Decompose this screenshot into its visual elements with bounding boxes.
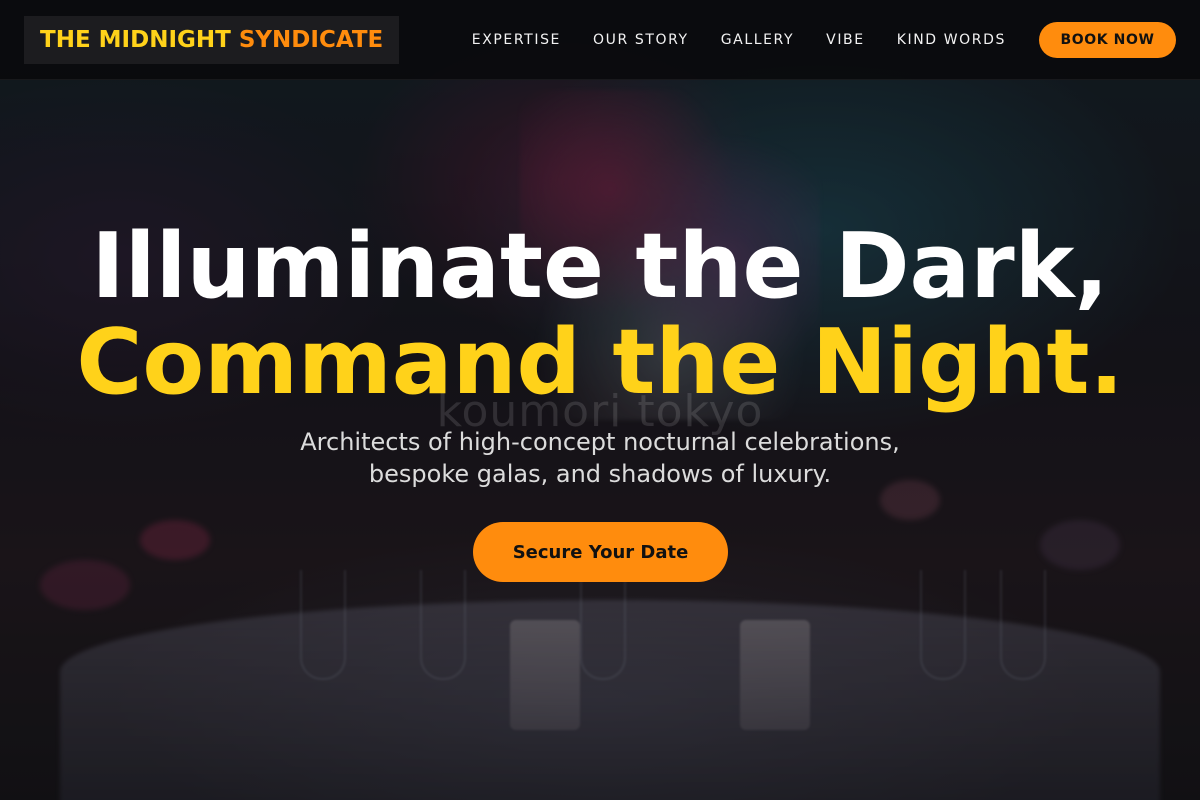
hero-subtext-line2: bespoke galas, and shadows of luxury.	[368, 460, 832, 488]
nav-item-expertise[interactable]: EXPERTISE	[472, 32, 561, 48]
nav-item-our-story[interactable]: OUR STORY	[593, 32, 689, 48]
secure-your-date-button[interactable]: Secure Your Date	[473, 522, 728, 582]
main-nav: EXPERTISE OUR STORY GALLERY VIBE KIND WO…	[440, 21, 1176, 58]
site-header: THE MIDNIGHT SYNDICATE EXPERTISE OUR STO…	[0, 0, 1200, 80]
hero-section: Illuminate the Dark, Command the Night. …	[0, 80, 1200, 800]
nav-item-gallery[interactable]: GALLERY	[721, 32, 794, 48]
book-now-button[interactable]: BOOK NOW	[1039, 21, 1176, 58]
hero-subtext-line1: Architects of high-concept nocturnal cel…	[300, 428, 900, 456]
hero-headline-line1: Illuminate the Dark,	[91, 214, 1109, 319]
nav-item-vibe[interactable]: VIBE	[826, 32, 865, 48]
brand-name-part1: THE MIDNIGHT	[40, 26, 231, 53]
hero-subtext: Architects of high-concept nocturnal cel…	[0, 426, 1200, 490]
nav-item-kind-words[interactable]: KIND WORDS	[897, 32, 1006, 48]
brand-logo[interactable]: THE MIDNIGHT SYNDICATE	[24, 15, 400, 64]
brand-name-part2: SYNDICATE	[238, 26, 384, 53]
